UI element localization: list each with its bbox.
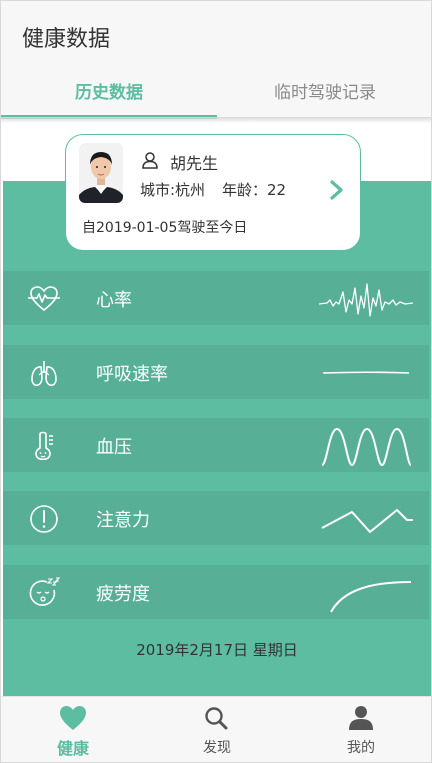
app-frame: 健康数据 历史数据 临时驾驶记录 胡先生 城市:杭州 年龄：22 自2019-0… bbox=[0, 0, 432, 763]
nav-item-mine[interactable]: 我的 bbox=[289, 697, 431, 762]
metric-label-blood-pressure: 血压 bbox=[96, 437, 132, 458]
metric-row-heart-rate[interactable]: 心率 bbox=[3, 271, 429, 325]
sleepy-face-icon bbox=[29, 577, 61, 606]
metric-label-heart-rate: 心率 bbox=[96, 290, 132, 311]
nav-label-health: 健康 bbox=[56, 739, 89, 758]
metric-row-attention[interactable]: 注意力 bbox=[3, 491, 429, 545]
tab-bar: 历史数据 临时驾驶记录 bbox=[1, 71, 431, 117]
chevron-right-icon[interactable] bbox=[329, 179, 345, 201]
tab-history-data[interactable]: 历史数据 bbox=[1, 71, 217, 117]
app-header: 健康数据 bbox=[1, 1, 431, 71]
metric-label-attention: 注意力 bbox=[96, 510, 150, 531]
nav-label-mine: 我的 bbox=[347, 740, 375, 756]
respiration-waveform bbox=[322, 371, 410, 374]
heart-rate-waveform bbox=[319, 283, 413, 317]
user-name: 胡先生 bbox=[170, 154, 219, 173]
driving-since-text: 自2019-01-05驾驶至今日 bbox=[82, 220, 248, 236]
user-icon bbox=[142, 152, 158, 169]
thermometer-icon bbox=[35, 431, 53, 461]
tab-temp-driving-record[interactable]: 临时驾驶记录 bbox=[217, 71, 431, 117]
attention-waveform bbox=[321, 509, 413, 533]
heart-icon bbox=[60, 706, 86, 730]
metric-row-respiration-rate[interactable]: 呼吸速率 bbox=[3, 345, 429, 399]
nav-item-discover[interactable]: 发现 bbox=[145, 697, 289, 762]
user-city: 城市:杭州 bbox=[140, 181, 206, 199]
nav-item-health[interactable]: 健康 bbox=[1, 697, 145, 762]
person-icon bbox=[349, 706, 373, 730]
alert-icon bbox=[30, 505, 58, 533]
nav-label-discover: 发现 bbox=[203, 740, 231, 756]
search-icon bbox=[205, 707, 228, 730]
bottom-nav: 健康 发现 我的 bbox=[1, 696, 431, 762]
avatar bbox=[79, 143, 123, 203]
page-title: 健康数据 bbox=[22, 27, 111, 52]
blood-pressure-waveform bbox=[321, 427, 412, 467]
heart-pulse-icon bbox=[28, 286, 60, 312]
metric-label-respiration-rate: 呼吸速率 bbox=[96, 364, 168, 385]
user-age: 年龄：22 bbox=[222, 181, 287, 199]
tab-bar-shadow bbox=[1, 117, 431, 123]
metric-row-blood-pressure[interactable]: 血压 bbox=[3, 418, 429, 472]
current-date: 2019年2月17日 星期日 bbox=[136, 641, 298, 659]
metric-row-fatigue[interactable]: 疲劳度 bbox=[3, 565, 429, 619]
lungs-icon bbox=[31, 361, 57, 387]
profile-card[interactable]: 胡先生 城市:杭州 年龄：22 自2019-01-05驾驶至今日 bbox=[65, 134, 361, 251]
fatigue-curve bbox=[330, 581, 412, 613]
metric-label-fatigue: 疲劳度 bbox=[96, 584, 150, 605]
